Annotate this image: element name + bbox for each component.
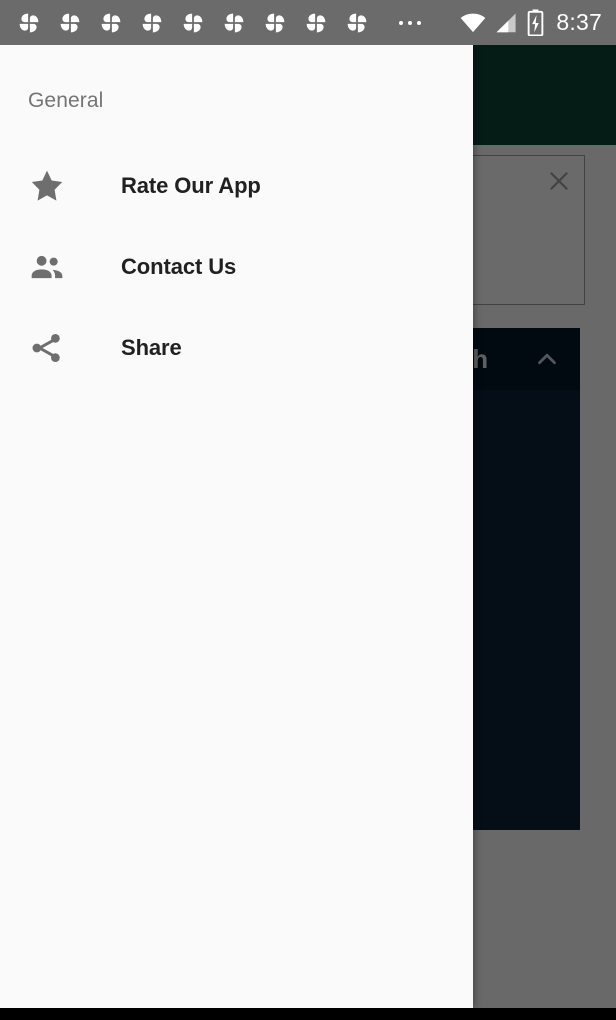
wifi-icon — [459, 12, 487, 34]
status-bar-right-group: 8:37 — [452, 9, 602, 36]
people-icon — [25, 245, 69, 289]
pinwheel-icon — [344, 10, 370, 36]
pinwheel-icon — [57, 10, 83, 36]
pinwheel-icon — [180, 10, 206, 36]
navigation-drawer: General Rate Our App Contact Us Share — [0, 45, 473, 1008]
pinwheel-icon — [262, 10, 288, 36]
pinwheel-icon — [303, 10, 329, 36]
drawer-item-label: Contact Us — [121, 254, 237, 279]
status-bar-clock: 8:37 — [556, 9, 602, 35]
drawer-item-label: Rate Our App — [121, 173, 261, 198]
drawer-item-contact-us[interactable]: Contact Us — [0, 236, 473, 298]
status-bar: 8:37 — [0, 0, 616, 45]
phone-screen: ch General Rate Our App — [0, 0, 616, 1020]
pinwheel-icon — [139, 10, 165, 36]
drawer-item-share[interactable]: Share — [0, 317, 473, 379]
notification-icon-group — [16, 10, 385, 36]
pinwheel-icon — [98, 10, 124, 36]
system-navigation-bar — [0, 1008, 616, 1020]
cell-signal-icon — [494, 12, 520, 34]
battery-charging-icon — [527, 9, 544, 36]
notification-overflow-icon — [399, 20, 426, 25]
share-icon — [25, 326, 69, 370]
drawer-item-rate-our-app[interactable]: Rate Our App — [0, 155, 473, 217]
drawer-section-title: General — [28, 89, 104, 112]
pinwheel-icon — [16, 10, 42, 36]
star-icon — [25, 164, 69, 208]
drawer-item-label: Share — [121, 335, 182, 360]
pinwheel-icon — [221, 10, 247, 36]
